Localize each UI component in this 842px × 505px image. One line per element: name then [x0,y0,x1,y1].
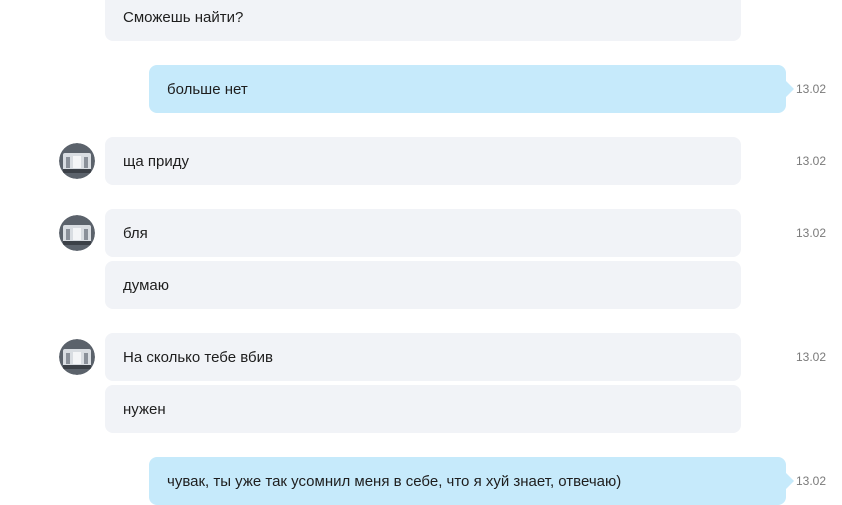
contact-avatar[interactable] [59,339,95,375]
message-text: думаю [123,276,169,294]
avatar-image-icon [59,215,95,251]
message-timestamp: 13.02 [796,82,827,96]
avatar-image-icon [59,339,95,375]
message-outgoing[interactable]: больше нет [149,65,786,113]
message-text: бля [123,224,148,242]
message-incoming[interactable]: ща приду [105,137,741,185]
message-text: чувак, ты уже так усомнил меня в себе, ч… [167,472,622,490]
contact-avatar[interactable] [59,215,95,251]
message-incoming[interactable]: нужен [105,385,741,433]
message-incoming[interactable]: Сможешь найти? [105,0,741,41]
message-timestamp: 13.02 [796,154,827,168]
message-timestamp: 13.02 [796,226,827,240]
message-timestamp: 13.02 [796,350,827,364]
message-text: ща приду [123,152,189,170]
message-incoming[interactable]: думаю [105,261,741,309]
message-text: нужен [123,400,166,418]
message-text: На сколько тебе вбив [123,348,273,366]
message-timestamp: 13.02 [796,474,827,488]
message-incoming[interactable]: бля [105,209,741,257]
contact-avatar[interactable] [59,143,95,179]
message-outgoing[interactable]: чувак, ты уже так усомнил меня в себе, ч… [149,457,786,505]
message-text: больше нет [167,80,248,98]
avatar-image-icon [59,143,95,179]
message-text: Сможешь найти? [123,8,244,26]
message-incoming[interactable]: На сколько тебе вбив [105,333,741,381]
